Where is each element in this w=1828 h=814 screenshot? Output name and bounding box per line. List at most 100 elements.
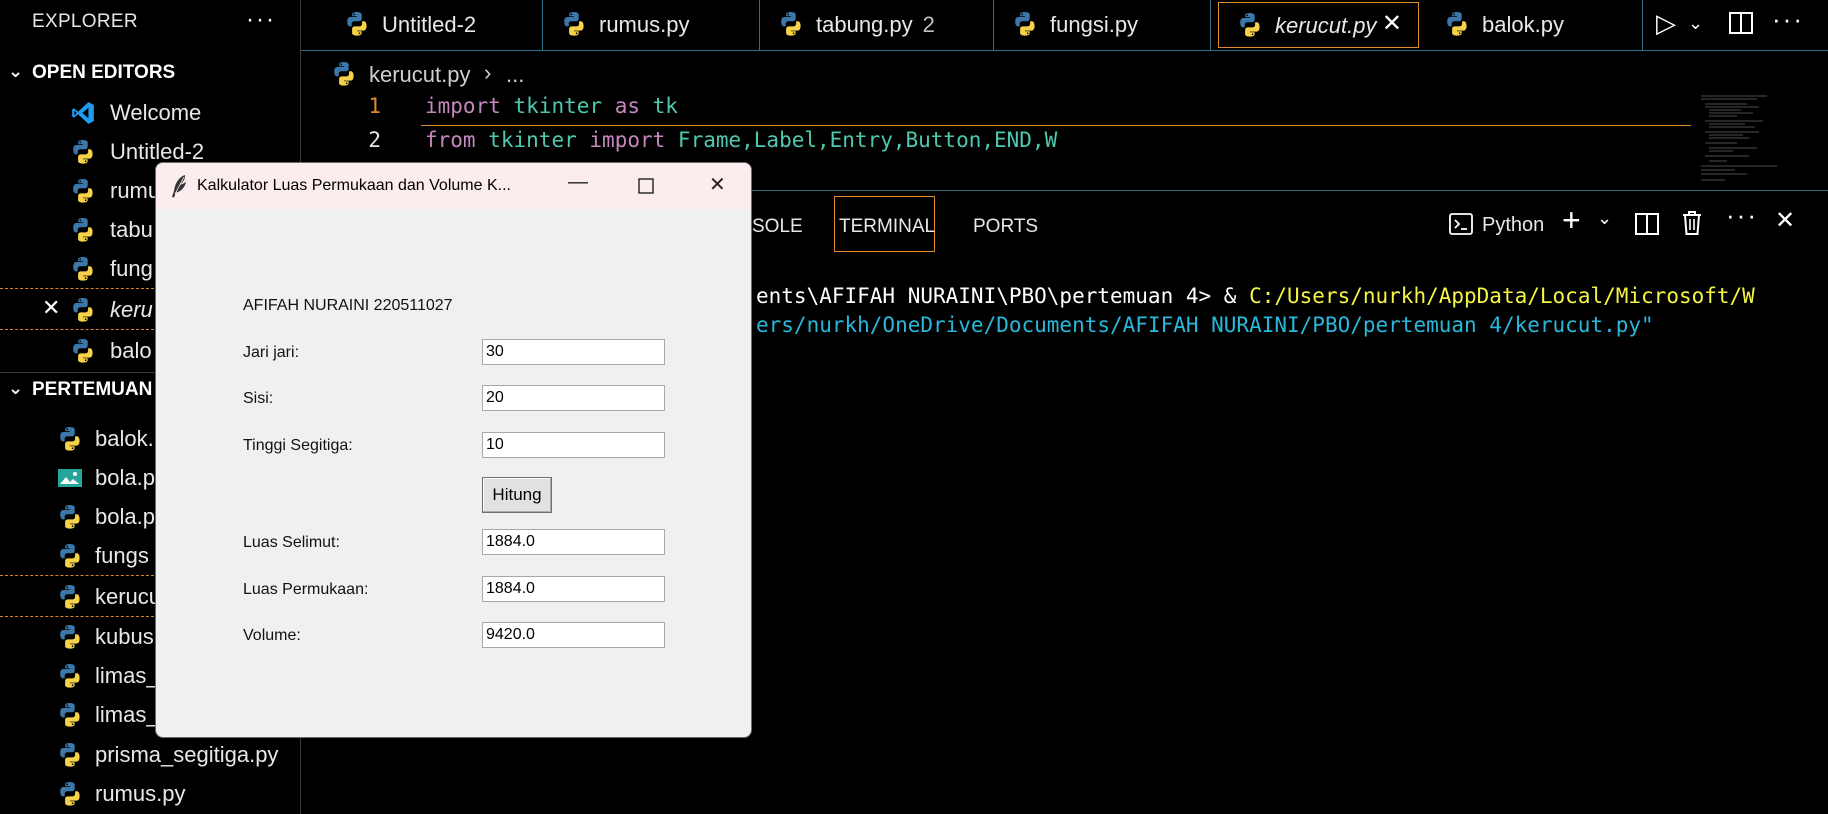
tab-label: Untitled-2: [382, 12, 477, 37]
tab-rumus[interactable]: rumus.py: [543, 0, 760, 50]
terminal-icon: [1449, 213, 1473, 235]
python-file-icon: [60, 505, 80, 529]
tab-fungsi[interactable]: fungsi.py: [994, 0, 1211, 50]
explorer-title: EXPLORER: [32, 11, 138, 32]
tinggi-input[interactable]: [482, 432, 665, 458]
file-label: bola.p: [95, 465, 155, 490]
line-number: 1: [368, 94, 381, 118]
tab-terminal-label: TERMINAL: [839, 216, 936, 237]
python-file-icon: [73, 298, 93, 322]
python-file-icon: [73, 179, 93, 203]
tab-label: balok.py: [1482, 12, 1564, 37]
terminal-shell-label[interactable]: Python: [1482, 214, 1544, 237]
tab-debug-console[interactable]: SOLE: [752, 216, 803, 238]
open-editor-label: keru: [110, 297, 153, 322]
maximize-icon[interactable]: [638, 178, 654, 194]
chevron-down-icon: ⌄: [8, 378, 24, 398]
sisi-input[interactable]: [482, 385, 665, 411]
more-actions-icon[interactable]: ···: [246, 6, 276, 34]
open-editor-label: rumu: [110, 178, 161, 203]
line-number: 2: [368, 128, 381, 152]
split-editor-icon[interactable]: [1728, 10, 1754, 36]
jari-label: Jari jari:: [243, 344, 300, 361]
file-label: kubus: [95, 624, 154, 649]
file-label: limas_: [95, 663, 159, 688]
more-actions-icon[interactable]: ···: [1772, 4, 1804, 35]
python-file-icon: [564, 12, 584, 36]
terminal-prompt: ents\AFIFAH NURAINI\PBO\pertemuan 4> &: [756, 284, 1250, 308]
tab-label-text: tabung.py: [816, 12, 913, 37]
volume-label: Volume:: [243, 627, 301, 644]
tinggi-label: Tinggi Segitiga:: [243, 437, 353, 454]
python-file-icon: [781, 12, 801, 36]
author-label: AFIFAH NURAINI 220511027: [243, 297, 453, 314]
chevron-down-icon: ⌄: [8, 61, 24, 81]
tab-label: kerucut.py: [1275, 13, 1377, 38]
minimize-icon[interactable]: —: [568, 171, 588, 194]
python-file-icon: [1447, 12, 1467, 36]
more-actions-icon[interactable]: ···: [1726, 200, 1758, 231]
open-editor-label: balo: [110, 338, 152, 363]
breadcrumb-file[interactable]: kerucut.py: [369, 62, 471, 88]
hitung-button[interactable]: Hitung: [482, 477, 552, 513]
breadcrumb-symbol[interactable]: ...: [506, 62, 524, 88]
luas-selimut-output[interactable]: [482, 529, 665, 555]
chevron-down-icon[interactable]: ⌄: [1597, 208, 1612, 229]
code-token: tkinter: [513, 94, 603, 118]
split-terminal-icon[interactable]: [1634, 211, 1660, 237]
chevron-right-icon: ›: [484, 60, 492, 85]
python-file-icon: [60, 625, 80, 649]
close-icon[interactable]: ✕: [42, 295, 60, 321]
close-icon[interactable]: ✕: [1382, 9, 1402, 38]
python-file-icon: [60, 743, 80, 767]
code-token: tk: [652, 94, 678, 118]
open-editor-label: tabu: [110, 217, 153, 242]
open-editor-label: fung: [110, 256, 153, 281]
code-token: import: [425, 94, 501, 118]
close-panel-icon[interactable]: ✕: [1775, 206, 1795, 235]
new-terminal-icon[interactable]: +: [1562, 202, 1581, 239]
image-file-icon: [58, 469, 82, 487]
tab-kerucut[interactable]: kerucut.py ✕: [1218, 2, 1419, 48]
python-file-icon: [60, 544, 80, 568]
tab-tabung[interactable]: tabung.py 2: [760, 0, 994, 50]
tab-terminal[interactable]: TERMINAL: [834, 196, 935, 252]
window-titlebar[interactable]: Kalkulator Luas Permukaan dan Volume K..…: [156, 163, 751, 209]
minimap[interactable]: [1697, 92, 1817, 188]
close-icon[interactable]: ✕: [709, 172, 726, 197]
file-item[interactable]: prisma_segitiga.py: [0, 734, 300, 774]
python-file-icon: [1240, 13, 1260, 37]
tab-untitled-2[interactable]: Untitled-2: [326, 0, 543, 50]
file-label: balok.: [95, 426, 154, 451]
luas-permukaan-label: Luas Permukaan:: [243, 581, 369, 598]
breadcrumb: kerucut.py › ...: [301, 53, 801, 91]
jari-input[interactable]: [482, 339, 665, 365]
luas-permukaan-output[interactable]: [482, 576, 665, 602]
trash-icon[interactable]: [1680, 209, 1704, 237]
volume-output[interactable]: [482, 622, 665, 648]
tab-ports[interactable]: PORTS: [973, 216, 1038, 238]
tab-label: tabung.py 2: [816, 12, 935, 38]
python-file-icon: [334, 62, 354, 86]
run-icon[interactable]: ▷: [1656, 8, 1676, 39]
python-file-icon: [73, 140, 93, 164]
terminal-command: C:/Users/nurkh/AppData/Local/Microsoft/W: [1249, 284, 1755, 308]
file-label: bola.p: [95, 504, 155, 529]
python-file-icon: [73, 218, 93, 242]
terminal-line: ents\AFIFAH NURAINI\PBO\pertemuan 4> & C…: [756, 284, 1755, 308]
file-label: fungs: [95, 543, 149, 568]
chevron-down-icon[interactable]: ⌄: [1688, 13, 1703, 34]
file-label: rumus.py: [95, 781, 186, 806]
python-file-icon: [347, 12, 367, 36]
sisi-label: Sisi:: [243, 390, 274, 407]
tab-balok[interactable]: balok.py: [1426, 0, 1643, 50]
file-item[interactable]: rumus.py: [0, 773, 300, 813]
open-editor-welcome[interactable]: Welcome: [0, 92, 300, 132]
file-label: kerucu: [95, 584, 162, 609]
open-editors-header[interactable]: ⌄ OPEN EDITORS: [0, 56, 300, 90]
code-token: as: [614, 94, 640, 118]
python-file-icon: [73, 339, 93, 363]
terminal-argument: ers/nurkh/OneDrive/Documents/AFIFAH NURA…: [756, 313, 1654, 337]
vscode-icon: [72, 102, 94, 124]
python-file-icon: [60, 427, 80, 451]
